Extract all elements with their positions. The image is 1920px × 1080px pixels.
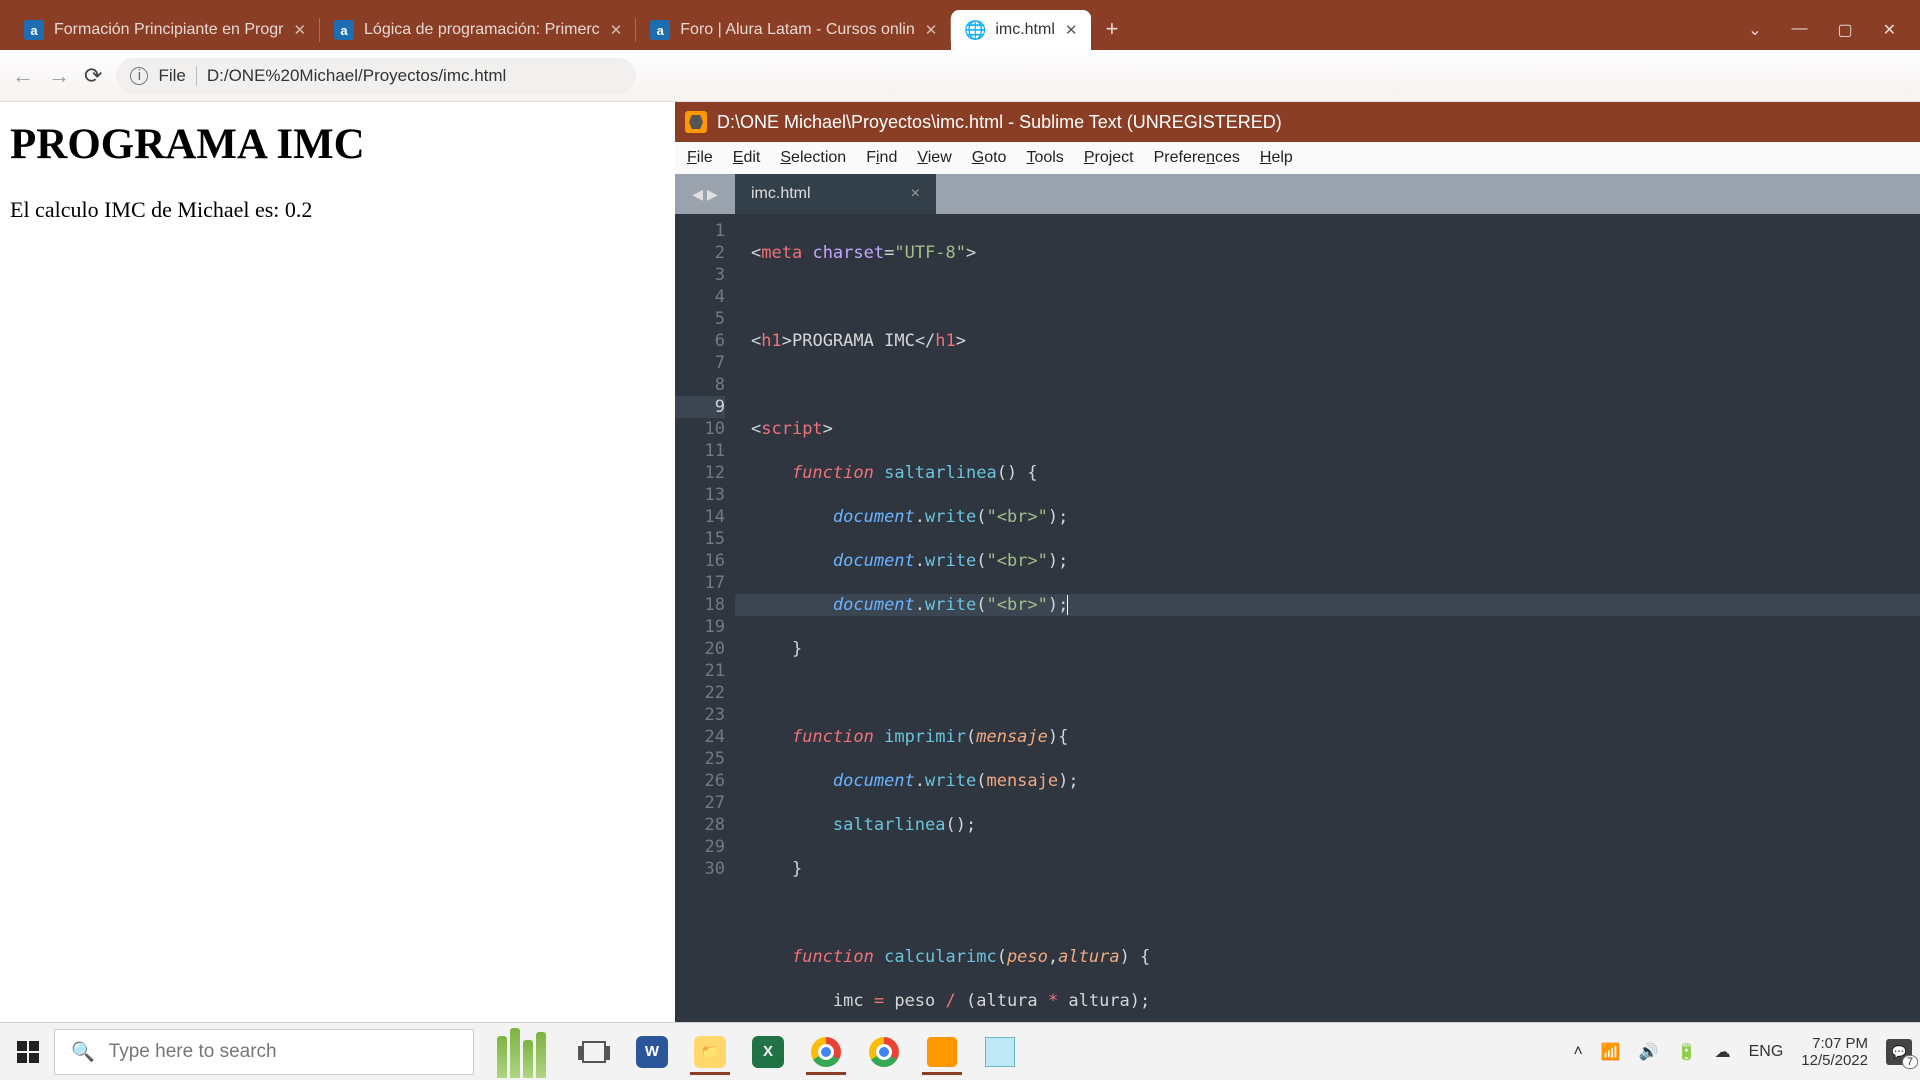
address-bar: ← → ⟳ i File D:/ONE%20Michael/Proyectos/…: [0, 50, 1920, 102]
editor-tab[interactable]: imc.html ×: [735, 174, 936, 214]
cortana-scene[interactable]: [486, 1026, 556, 1078]
onedrive-icon[interactable]: ☁: [1715, 1042, 1731, 1062]
clock[interactable]: 7:07 PM 12/5/2022: [1801, 1035, 1868, 1069]
wifi-icon[interactable]: 📶: [1601, 1042, 1621, 1062]
info-icon[interactable]: i: [130, 67, 148, 85]
menu-tools[interactable]: Tools: [1026, 149, 1063, 167]
notepad-app[interactable]: [974, 1029, 1026, 1075]
browser-tab[interactable]: a Formación Principiante en Progr ✕: [10, 10, 320, 50]
tab-title: Formación Principiante en Progr: [54, 21, 283, 39]
reload-button[interactable]: ⟳: [84, 63, 102, 89]
menu-bar: File Edit Selection Find View Goto Tools…: [675, 142, 1920, 174]
page-output: El calculo IMC de Michael es: 0.2: [10, 197, 665, 223]
file-explorer-app[interactable]: 📁: [684, 1029, 736, 1075]
editor-title-text: D:\ONE Michael\Proyectos\imc.html - Subl…: [717, 112, 1282, 133]
editor-tab-label: imc.html: [751, 185, 811, 203]
browser-tab[interactable]: a Lógica de programación: Primerc ✕: [320, 10, 636, 50]
excel-app[interactable]: X: [742, 1029, 794, 1075]
menu-edit[interactable]: Edit: [733, 149, 761, 167]
menu-view[interactable]: View: [917, 149, 951, 167]
taskbar: 🔍 Type here to search W 📁 X ˄ 📶 🔊 🔋 ☁ EN…: [0, 1022, 1920, 1080]
browser-tab-strip: a Formación Principiante en Progr ✕ a Ló…: [0, 0, 1920, 50]
close-icon[interactable]: ✕: [610, 21, 623, 39]
search-icon: 🔍: [71, 1040, 95, 1064]
menu-goto[interactable]: Goto: [972, 149, 1007, 167]
maximize-icon[interactable]: ▢: [1837, 20, 1852, 40]
rendered-page: PROGRAMA IMC El calculo IMC de Michael e…: [0, 102, 675, 1080]
tab-nav-arrows[interactable]: ◀ ▶: [675, 174, 735, 214]
start-button[interactable]: [8, 1032, 48, 1072]
notif-badge: 7: [1902, 1055, 1918, 1069]
tab-title: imc.html: [995, 21, 1055, 39]
sublime-icon: [685, 111, 707, 133]
task-view-button[interactable]: [568, 1029, 620, 1075]
close-icon[interactable]: ×: [911, 185, 920, 203]
close-icon[interactable]: ✕: [293, 21, 306, 39]
menu-selection[interactable]: Selection: [780, 149, 846, 167]
volume-icon[interactable]: 🔊: [1639, 1042, 1659, 1062]
system-tray: ˄ 📶 🔊 🔋 ☁ ENG 7:07 PM 12/5/2022 💬7: [1573, 1035, 1912, 1069]
search-input[interactable]: 🔍 Type here to search: [54, 1029, 474, 1075]
editor-tabbar: ◀ ▶ imc.html ×: [675, 174, 1920, 214]
close-icon[interactable]: ✕: [925, 21, 938, 39]
tab-title: Lógica de programación: Primerc: [364, 21, 600, 39]
chevron-down-icon[interactable]: ⌄: [1748, 20, 1761, 40]
close-icon[interactable]: ✕: [1065, 21, 1078, 39]
sublime-editor: D:\ONE Michael\Proyectos\imc.html - Subl…: [675, 102, 1920, 1080]
page-title: PROGRAMA IMC: [10, 120, 665, 169]
minimize-icon[interactable]: —: [1791, 20, 1807, 40]
url-field[interactable]: i File D:/ONE%20Michael/Proyectos/imc.ht…: [116, 58, 636, 94]
code-content[interactable]: <meta charset="UTF-8"> <h1>PROGRAMA IMC<…: [735, 214, 1920, 1046]
forward-button: →: [48, 63, 70, 89]
menu-help[interactable]: Help: [1260, 149, 1293, 167]
action-center-icon[interactable]: 💬7: [1886, 1039, 1912, 1065]
menu-preferences[interactable]: Preferences: [1154, 149, 1240, 167]
language-indicator[interactable]: ENG: [1749, 1043, 1784, 1061]
url-text: D:/ONE%20Michael/Proyectos/imc.html: [207, 66, 506, 86]
search-placeholder: Type here to search: [109, 1041, 277, 1063]
chrome-app-2[interactable]: [858, 1029, 910, 1075]
url-scheme: File: [158, 66, 196, 86]
menu-file[interactable]: File: [687, 149, 713, 167]
menu-project[interactable]: Project: [1084, 149, 1134, 167]
close-window-icon[interactable]: ✕: [1883, 20, 1896, 40]
back-button[interactable]: ←: [12, 63, 34, 89]
globe-icon: 🌐: [965, 20, 985, 40]
menu-find[interactable]: Find: [866, 149, 897, 167]
sublime-app[interactable]: [916, 1029, 968, 1075]
time: 7:07 PM: [1801, 1035, 1868, 1052]
date: 12/5/2022: [1801, 1052, 1868, 1069]
alura-icon: a: [334, 20, 354, 40]
line-gutter[interactable]: 1234567891011121314151617181920212223242…: [675, 214, 735, 1046]
chrome-app[interactable]: [800, 1029, 852, 1075]
alura-icon: a: [650, 20, 670, 40]
battery-icon[interactable]: 🔋: [1677, 1042, 1697, 1062]
alura-icon: a: [24, 20, 44, 40]
browser-tab-active[interactable]: 🌐 imc.html ✕: [951, 10, 1091, 50]
editor-titlebar[interactable]: D:\ONE Michael\Proyectos\imc.html - Subl…: [675, 102, 1920, 142]
browser-tab[interactable]: a Foro | Alura Latam - Cursos onlin ✕: [636, 10, 951, 50]
tray-chevron-icon[interactable]: ˄: [1573, 1043, 1582, 1061]
new-tab-button[interactable]: +: [1091, 8, 1132, 50]
word-app[interactable]: W: [626, 1029, 678, 1075]
tab-title: Foro | Alura Latam - Cursos onlin: [680, 21, 914, 39]
